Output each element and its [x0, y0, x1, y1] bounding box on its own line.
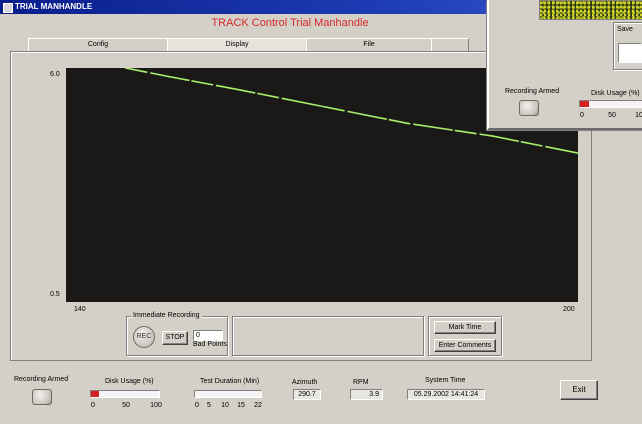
overlay-disk-tick: 0 [580, 112, 584, 119]
overlay-disk-tick: 50 [608, 112, 616, 119]
duration-tick: 5 [207, 402, 211, 409]
azimuth-label: Azimuth [292, 379, 318, 386]
duration-tick: 0 [195, 402, 199, 409]
overlay-disk-usage-bar [579, 100, 642, 108]
tab-config[interactable]: Config [28, 38, 168, 51]
tab-extra[interactable] [431, 38, 469, 51]
duration-tick: 10 [221, 402, 229, 409]
comments-area [232, 316, 424, 356]
bad-points-field: 0 [193, 330, 223, 341]
x-axis-left-label: 140 [74, 306, 86, 313]
test-duration-label: Test Duration (Min) [200, 378, 260, 385]
overlay-recording-armed-label: Recording Armed [505, 88, 560, 95]
disk-usage-label: Disk Usage (%) [105, 378, 154, 385]
overlay-image [539, 0, 642, 20]
disk-tick: 0 [91, 402, 95, 409]
test-duration-bar [194, 390, 262, 398]
overlay-save-caption: Save [617, 26, 633, 33]
overlay-window: Save Recording Armed Disk Usage (%) 0 50… [487, 0, 642, 130]
y-axis-bottom-label: 0.5 [50, 291, 60, 298]
tab-strip: Config Display File [28, 38, 469, 52]
overlay-save-group: Save [613, 22, 642, 70]
overlay-save-field [618, 43, 642, 63]
overlay-recording-armed-indicator [519, 100, 539, 116]
tab-display[interactable]: Display [167, 38, 307, 52]
series-point [321, 105, 323, 108]
x-axis-right-label: 200 [563, 306, 575, 313]
disk-tick: 50 [122, 402, 130, 409]
app-icon [3, 3, 13, 13]
y-axis-top-label: 6.0 [50, 71, 60, 78]
rpm-value: 3.9 [350, 389, 383, 400]
enter-comments-button[interactable]: Enter Comments [434, 339, 496, 352]
window-title: TRIAL MANHANDLE [15, 2, 93, 11]
app-heading: TRACK Control Trial Manhandle [211, 17, 369, 29]
series-point [406, 122, 409, 125]
system-time-label: System Time [425, 377, 466, 384]
exit-button[interactable]: Exit [560, 380, 598, 400]
overlay-disk-tick: 10 [635, 112, 642, 119]
rec-button[interactable]: REC [133, 326, 155, 348]
recording-armed-indicator [32, 389, 52, 405]
mark-comments-group: Mark Time Enter Comments [428, 316, 502, 356]
stop-button[interactable]: STOP [162, 331, 188, 345]
series-point [491, 135, 494, 137]
series-point [167, 75, 170, 78]
duration-tick: 15 [237, 402, 245, 409]
system-time-value: 05.29.2002 14:41:24 [407, 389, 485, 400]
mark-time-button[interactable]: Mark Time [434, 321, 496, 334]
recording-armed-label: Recording Armed [14, 376, 69, 383]
azimuth-value: 290.7 [293, 389, 321, 400]
series-point [235, 88, 238, 91]
disk-usage-fill [91, 391, 100, 397]
disk-tick: 100 [150, 402, 162, 409]
overlay-disk-usage-fill [580, 101, 590, 107]
bad-points-caption: Bad Points [193, 341, 227, 348]
immediate-recording-title: Immediate Recording [131, 312, 202, 319]
tab-file[interactable]: File [306, 38, 432, 51]
duration-tick: 22 [254, 402, 262, 409]
disk-usage-bar [90, 390, 160, 398]
overlay-disk-usage-label: Disk Usage (%) [591, 90, 640, 97]
rpm-label: RPM [353, 379, 369, 386]
immediate-recording-group: Immediate Recording REC STOP 0 Bad Point… [126, 312, 228, 356]
